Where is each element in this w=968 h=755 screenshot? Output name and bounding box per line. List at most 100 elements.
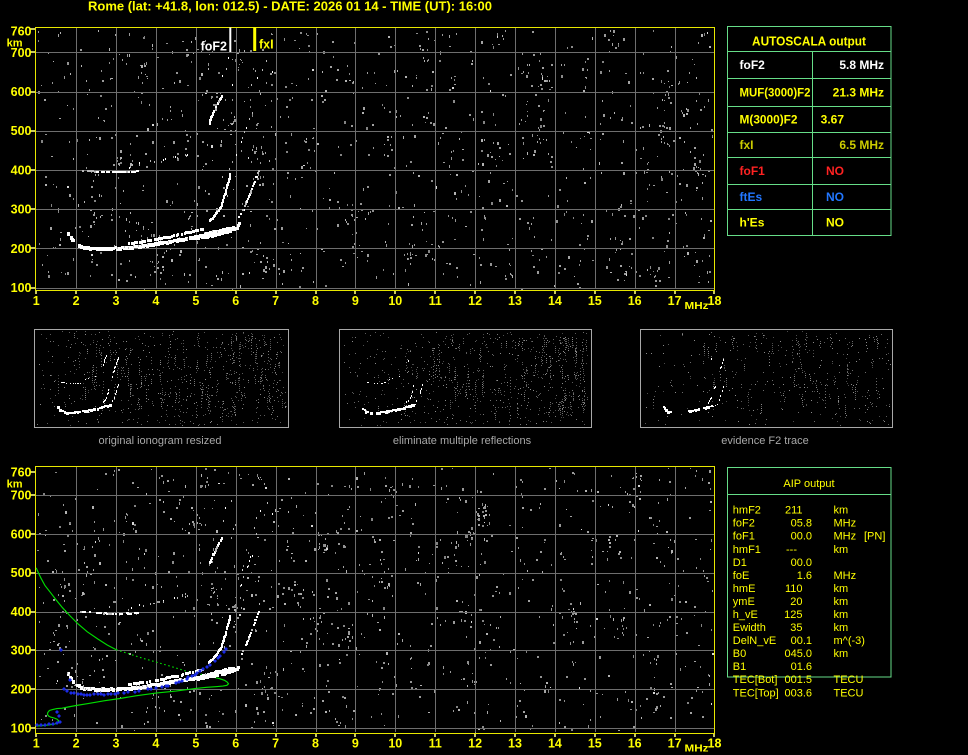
svg-text:200: 200 bbox=[11, 242, 32, 256]
svg-text:foE: foE bbox=[733, 570, 750, 582]
svg-text:18: 18 bbox=[708, 736, 722, 750]
svg-text:[PN]: [PN] bbox=[864, 531, 885, 543]
svg-text:NO: NO bbox=[826, 164, 844, 178]
svg-text:15: 15 bbox=[588, 736, 602, 750]
svg-text:---: --- bbox=[786, 544, 797, 556]
svg-text:1: 1 bbox=[33, 736, 40, 750]
svg-text:evidence F2 trace: evidence F2 trace bbox=[721, 435, 808, 447]
svg-text:NO: NO bbox=[826, 190, 844, 204]
svg-text:10: 10 bbox=[388, 294, 402, 308]
svg-text:00.1: 00.1 bbox=[791, 635, 812, 647]
svg-text:foF1: foF1 bbox=[740, 164, 766, 178]
svg-text:ymE: ymE bbox=[733, 596, 755, 608]
svg-text:7: 7 bbox=[272, 736, 279, 750]
svg-text:2: 2 bbox=[73, 736, 80, 750]
svg-text:300: 300 bbox=[11, 203, 32, 217]
svg-text:MHz: MHz bbox=[685, 301, 709, 312]
svg-text:01.6: 01.6 bbox=[791, 661, 812, 673]
svg-text:hmE: hmE bbox=[733, 583, 756, 595]
svg-text:003.6: 003.6 bbox=[784, 687, 812, 699]
svg-text:km: km bbox=[834, 622, 849, 634]
svg-text:00.0: 00.0 bbox=[791, 557, 812, 569]
svg-text:100: 100 bbox=[11, 721, 32, 735]
svg-text:fxI: fxI bbox=[740, 138, 754, 152]
svg-text:km: km bbox=[834, 596, 849, 608]
svg-text:MHz: MHz bbox=[834, 518, 857, 530]
svg-text:8: 8 bbox=[312, 736, 319, 750]
svg-text:hmF1: hmF1 bbox=[733, 544, 761, 556]
svg-text:m^(-3): m^(-3) bbox=[834, 635, 865, 647]
svg-text:13: 13 bbox=[508, 294, 522, 308]
svg-text:original ionogram resized: original ionogram resized bbox=[99, 435, 222, 447]
svg-text:12: 12 bbox=[468, 736, 482, 750]
svg-text:ftEs: ftEs bbox=[740, 190, 763, 204]
svg-text:21.3 MHz: 21.3 MHz bbox=[833, 86, 884, 100]
svg-text:DelN_vE: DelN_vE bbox=[733, 635, 776, 647]
svg-text:15: 15 bbox=[588, 294, 602, 308]
svg-text:700: 700 bbox=[11, 46, 32, 60]
svg-text:9: 9 bbox=[352, 294, 359, 308]
svg-text:MHz: MHz bbox=[834, 531, 857, 543]
svg-text:NO: NO bbox=[826, 216, 844, 230]
svg-text:11: 11 bbox=[429, 294, 442, 308]
svg-text:TEC[Top]: TEC[Top] bbox=[733, 687, 779, 699]
svg-text:4: 4 bbox=[152, 294, 159, 308]
svg-text:35: 35 bbox=[790, 622, 802, 634]
svg-text:3.67: 3.67 bbox=[821, 112, 845, 126]
svg-text:foF2: foF2 bbox=[733, 518, 755, 530]
svg-text:16: 16 bbox=[628, 736, 642, 750]
svg-text:Rome (lat: +41.8, lon: 012.5): Rome (lat: +41.8, lon: 012.5) - DATE: 20… bbox=[88, 0, 492, 14]
svg-text:600: 600 bbox=[11, 527, 32, 541]
svg-text:760: 760 bbox=[11, 465, 32, 479]
svg-text:foF2: foF2 bbox=[201, 40, 227, 54]
svg-text:foF2: foF2 bbox=[740, 58, 766, 72]
svg-text:km: km bbox=[834, 505, 849, 517]
svg-text:B1: B1 bbox=[733, 661, 746, 673]
svg-text:6: 6 bbox=[232, 736, 239, 750]
svg-text:km: km bbox=[834, 544, 849, 556]
svg-text:700: 700 bbox=[11, 489, 32, 503]
svg-text:km: km bbox=[834, 583, 849, 595]
svg-text:05.8: 05.8 bbox=[791, 518, 812, 530]
svg-text:4: 4 bbox=[152, 736, 159, 750]
svg-text:7: 7 bbox=[272, 294, 279, 308]
svg-text:fxI: fxI bbox=[259, 38, 274, 52]
svg-text:110: 110 bbox=[785, 583, 803, 595]
svg-text:600: 600 bbox=[11, 85, 32, 99]
svg-text:500: 500 bbox=[11, 566, 32, 580]
svg-text:km: km bbox=[834, 609, 849, 621]
svg-text:km: km bbox=[834, 648, 849, 660]
svg-text:2: 2 bbox=[73, 294, 80, 308]
svg-text:20: 20 bbox=[790, 596, 802, 608]
svg-text:h'Es: h'Es bbox=[740, 216, 765, 230]
svg-text:TECU: TECU bbox=[834, 687, 864, 699]
svg-text:16: 16 bbox=[628, 294, 642, 308]
svg-text:100: 100 bbox=[11, 281, 32, 295]
svg-text:17: 17 bbox=[668, 294, 682, 308]
svg-text:13: 13 bbox=[508, 736, 522, 750]
svg-text:400: 400 bbox=[11, 163, 32, 177]
svg-text:12: 12 bbox=[468, 294, 482, 308]
svg-text:001.5: 001.5 bbox=[784, 674, 812, 686]
svg-text:17: 17 bbox=[668, 736, 682, 750]
svg-text:11: 11 bbox=[429, 736, 442, 750]
svg-text:00.0: 00.0 bbox=[791, 531, 812, 543]
svg-text:Ewidth: Ewidth bbox=[733, 622, 766, 634]
svg-text:B0: B0 bbox=[733, 648, 746, 660]
svg-text:TEC[Bot]: TEC[Bot] bbox=[733, 674, 778, 686]
svg-text:18: 18 bbox=[708, 294, 722, 308]
svg-text:10: 10 bbox=[388, 736, 402, 750]
svg-text:125: 125 bbox=[784, 609, 802, 621]
svg-text:h_vE: h_vE bbox=[733, 609, 758, 621]
svg-text:14: 14 bbox=[548, 736, 562, 750]
svg-text:300: 300 bbox=[11, 644, 32, 658]
svg-text:760: 760 bbox=[11, 24, 32, 38]
svg-text:9: 9 bbox=[352, 736, 359, 750]
svg-text:500: 500 bbox=[11, 124, 32, 138]
svg-text:eliminate multiple reflections: eliminate multiple reflections bbox=[393, 435, 532, 447]
svg-text:MHz: MHz bbox=[685, 744, 709, 755]
svg-text:400: 400 bbox=[11, 605, 32, 619]
svg-text:1: 1 bbox=[33, 294, 40, 308]
svg-text:hmF2: hmF2 bbox=[733, 505, 761, 517]
svg-text:211: 211 bbox=[785, 505, 803, 517]
